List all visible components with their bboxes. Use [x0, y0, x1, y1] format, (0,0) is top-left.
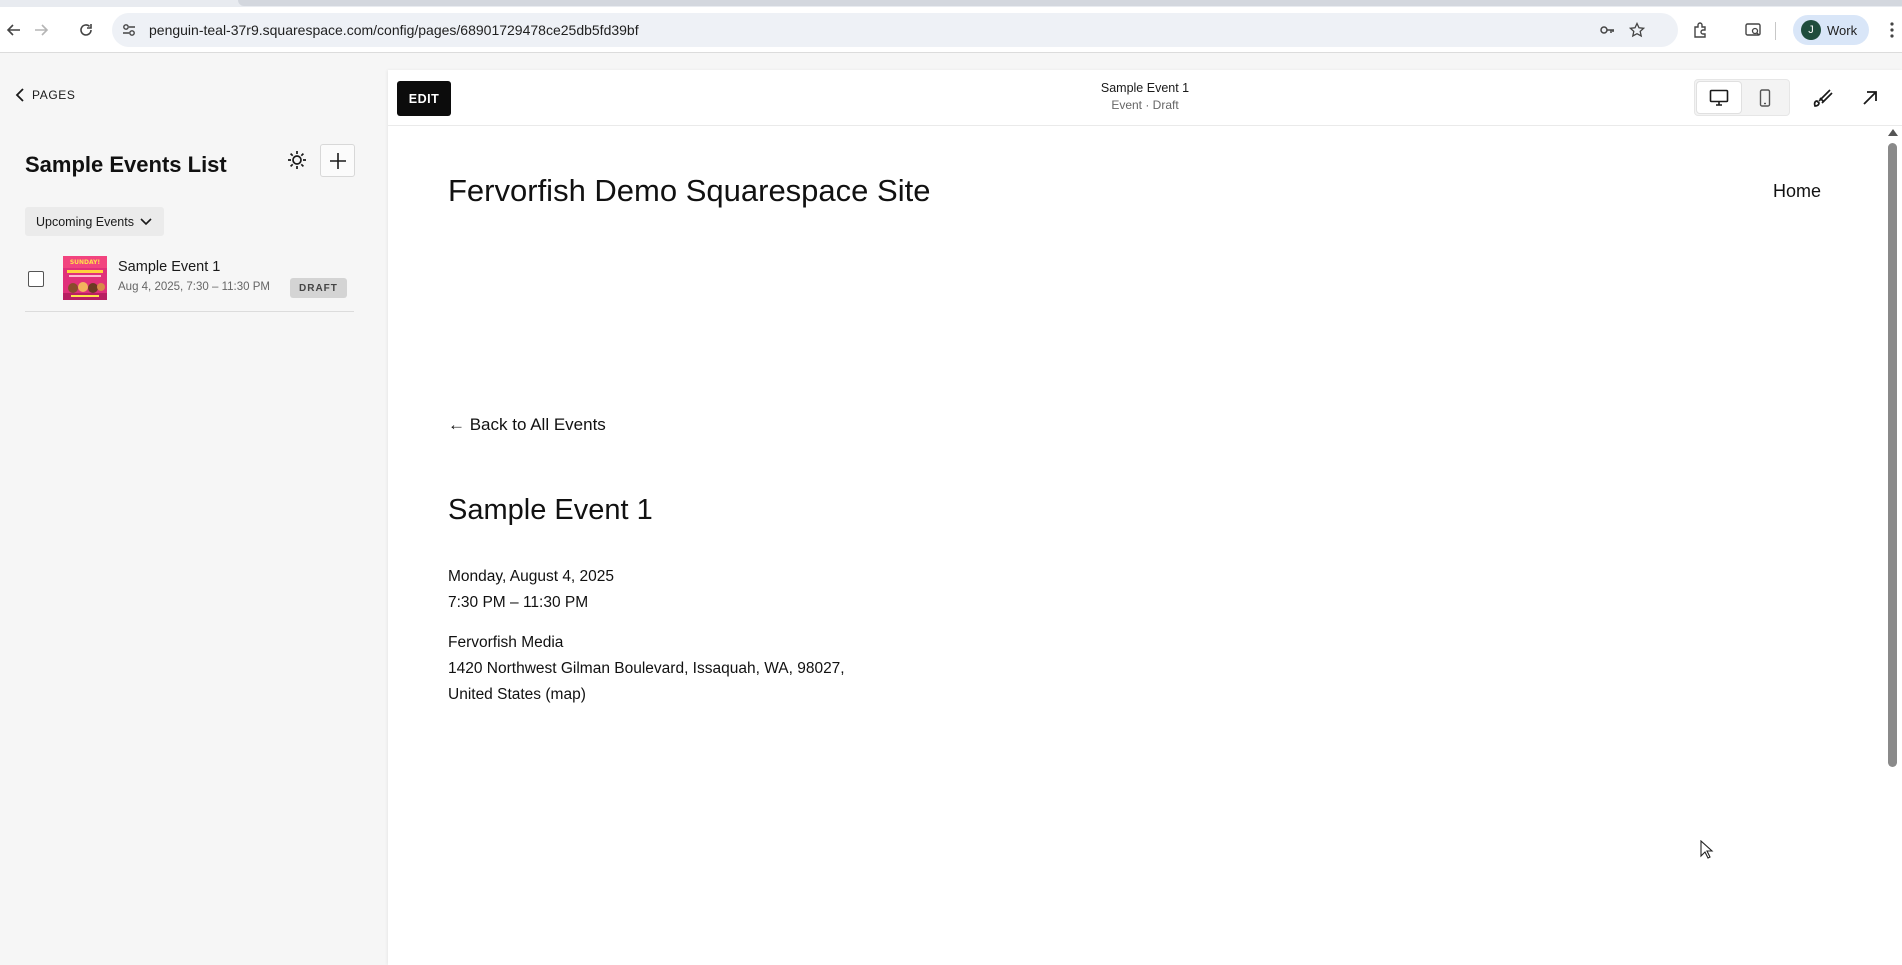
venue-address-line2-row: United States (map)	[448, 682, 845, 708]
site-title[interactable]: Fervorfish Demo Squarespace Site	[448, 173, 930, 209]
filter-label: Upcoming Events	[36, 214, 134, 229]
back-to-all-events-link[interactable]: ← Back to All Events	[448, 415, 606, 435]
document-title: Sample Event 1	[1100, 81, 1190, 95]
back-to-pages-label: PAGES	[32, 88, 76, 102]
venue-address-line1: 1420 Northwest Gilman Boulevard, Issaqua…	[448, 660, 845, 677]
site-nav-home[interactable]: Home	[1773, 181, 1821, 202]
mobile-icon	[1759, 88, 1771, 107]
arrow-up-right-icon[interactable]	[1858, 86, 1882, 110]
preview-scrollbar[interactable]	[1884, 127, 1902, 965]
avatar: J	[1801, 20, 1821, 40]
tab-search-icon[interactable]	[1744, 21, 1762, 39]
key-icon[interactable]	[1599, 22, 1615, 38]
editor-topbar: EDIT Sample Event 1 Event · Draft	[388, 70, 1902, 126]
page-preview: EDIT Sample Event 1 Event · Draft Fervor…	[388, 70, 1902, 965]
event-date-block: Monday, August 4, 2025 7:30 PM – 11:30 P…	[448, 564, 614, 616]
venue-name: Fervorfish Media	[448, 634, 564, 651]
star-icon[interactable]	[1629, 22, 1645, 38]
event-venue-block: Fervorfish Media 1420 Northwest Gilman B…	[448, 630, 845, 708]
thumbnail-text: SUNDAY!	[70, 259, 100, 266]
map-link[interactable]: (map)	[545, 686, 585, 703]
reload-icon	[80, 24, 92, 36]
events-filter-dropdown[interactable]: Upcoming Events	[25, 207, 164, 236]
site-preview-frame: Fervorfish Demo Squarespace Site Home ← …	[388, 127, 1884, 965]
event-time: 7:30 PM – 11:30 PM	[448, 594, 589, 611]
event-date: Monday, August 4, 2025	[448, 568, 615, 585]
extensions-icon[interactable]	[1692, 21, 1710, 39]
desktop-icon	[1709, 89, 1729, 106]
desktop-view-button[interactable]	[1697, 82, 1741, 113]
arrow-left-icon	[6, 24, 20, 36]
tab-strip-bg	[238, 0, 1902, 6]
toolbar-separator	[1775, 22, 1776, 40]
venue-address-line2: United States	[448, 686, 542, 703]
pages-panel: PAGES Sample Events List Upcoming Events…	[0, 54, 388, 965]
panel-title: Sample Events List	[25, 152, 227, 177]
back-to-pages-link[interactable]: PAGES	[14, 88, 75, 102]
device-view-toggle	[1694, 79, 1790, 116]
address-bar[interactable]: penguin-teal-37r9.squarespace.com/config…	[112, 13, 1678, 47]
site-info-icon[interactable]	[121, 22, 137, 38]
event-title: Sample Event 1	[448, 494, 653, 526]
scroll-up-arrow[interactable]	[1888, 129, 1898, 136]
more-menu-icon[interactable]	[1885, 21, 1899, 39]
event-select-checkbox[interactable]	[28, 271, 44, 287]
chevron-down-icon	[140, 217, 152, 225]
arrow-right-icon	[35, 24, 49, 36]
plus-icon	[329, 152, 346, 169]
profile-button[interactable]: J Work	[1793, 15, 1869, 45]
forward-button[interactable]	[29, 18, 53, 42]
status-badge: DRAFT	[290, 278, 347, 298]
gear-icon	[288, 151, 306, 169]
reload-button[interactable]	[74, 18, 98, 42]
scrollbar-thumb[interactable]	[1888, 143, 1897, 767]
chevron-left-icon	[15, 88, 24, 102]
paintbrush-icon[interactable]	[1811, 86, 1835, 110]
browser-tab-strip	[0, 0, 1902, 7]
profile-label: Work	[1827, 22, 1858, 38]
page-settings-button[interactable]	[284, 147, 310, 173]
event-list-item[interactable]: SUNDAY! Sample Event 1 Aug 4, 2025, 7:30…	[25, 254, 354, 312]
event-name: Sample Event 1	[118, 259, 221, 275]
browser-toolbar: penguin-teal-37r9.squarespace.com/config…	[0, 7, 1902, 53]
mobile-view-button[interactable]	[1743, 82, 1787, 113]
add-event-button[interactable]	[320, 144, 355, 177]
event-thumbnail: SUNDAY!	[63, 256, 107, 300]
mouse-cursor-icon	[1700, 840, 1714, 859]
event-datetime: Aug 4, 2025, 7:30 – 11:30 PM	[118, 281, 270, 293]
document-status: Event · Draft	[1111, 98, 1179, 112]
back-button[interactable]	[2, 18, 26, 42]
url-text[interactable]: penguin-teal-37r9.squarespace.com/config…	[149, 22, 639, 38]
